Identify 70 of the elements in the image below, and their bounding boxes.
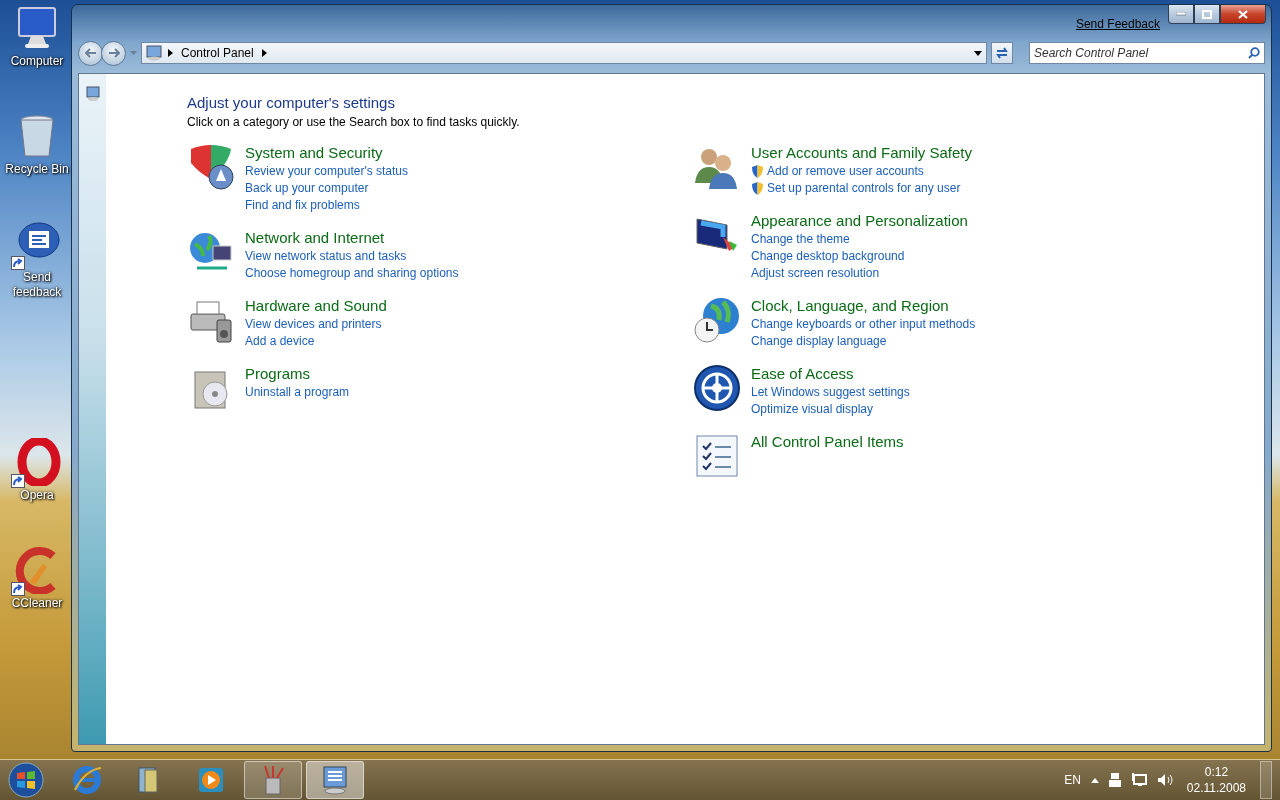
category-link[interactable]: User Accounts and Family Safety (751, 143, 972, 163)
task-link[interactable]: Change desktop background (751, 248, 905, 265)
taskbar-button[interactable] (244, 761, 302, 799)
network-tray-icon[interactable] (1108, 773, 1121, 787)
refresh-button[interactable] (991, 42, 1013, 64)
task-link[interactable]: Back up your computer (245, 180, 369, 197)
task-link[interactable]: Adjust screen resolution (751, 265, 880, 282)
breadcrumb[interactable]: Control Panel (179, 46, 256, 60)
task-link[interactable]: Review your computer's status (245, 163, 409, 180)
shortcut-arrow-icon (11, 256, 25, 270)
start-button[interactable] (6, 761, 46, 799)
minimize-icon (1176, 12, 1186, 16)
task-link[interactable]: Add a device (245, 333, 315, 350)
minimize-button[interactable] (1168, 5, 1194, 24)
breadcrumb-arrow-icon[interactable] (261, 49, 267, 57)
category-link[interactable]: Network and Internet (245, 228, 385, 248)
show-hidden-icons-icon[interactable] (1090, 777, 1099, 783)
task-link[interactable]: Add or remove user accounts (751, 163, 924, 180)
search-field[interactable]: Search Control Panel (1029, 42, 1265, 64)
desktop-shortcut[interactable]: Recycle Bin (0, 112, 74, 220)
taskbar-button[interactable] (306, 761, 364, 799)
language-indicator[interactable]: EN (1064, 773, 1081, 787)
search-icon (1248, 47, 1260, 59)
category-link[interactable]: Appearance and Personalization (751, 211, 968, 231)
category-link[interactable]: Hardware and Sound (245, 296, 387, 316)
refresh-arrows-icon (995, 47, 1009, 59)
category-link[interactable]: Programs (245, 364, 311, 384)
desktop-shortcut[interactable]: Computer (0, 4, 74, 112)
close-icon (1238, 9, 1248, 19)
instruction-text: Click on a category or use the Search box to find tasks quickly. (187, 115, 521, 129)
shield-icon (751, 164, 764, 179)
task-link[interactable]: View network status and tasks (245, 248, 407, 265)
control-panel-icon (146, 45, 162, 61)
category-link[interactable]: Clock, Language, and Region (751, 296, 949, 316)
task-link[interactable]: Change keyboards or other input methods (751, 316, 976, 333)
forward-arrow-icon (107, 48, 120, 58)
breadcrumb-arrow-icon (168, 49, 173, 57)
forward-button[interactable] (101, 40, 126, 66)
send-feedback-link[interactable]: Send Feedback (1075, 17, 1160, 31)
shortcut-arrow-icon (11, 582, 25, 596)
category-link[interactable]: Ease of Access (751, 364, 854, 384)
task-link[interactable]: Set up parental controls for any user (751, 180, 961, 197)
task-link[interactable]: Uninstall a program (245, 384, 350, 401)
task-link[interactable]: Change display language (751, 333, 887, 350)
task-link[interactable]: Change the theme (751, 231, 850, 248)
checklist-icon (693, 432, 741, 480)
task-link[interactable]: Let Windows suggest settings (751, 384, 910, 401)
shortcut-arrow-icon (11, 474, 25, 488)
back-button[interactable] (78, 40, 103, 66)
task-link[interactable]: Choose homegroup and sharing options (245, 265, 459, 282)
close-button[interactable] (1220, 5, 1266, 24)
task-link[interactable]: Find and fix problems (245, 197, 360, 214)
control-panel-icon (85, 86, 100, 102)
maximize-button[interactable] (1194, 5, 1220, 24)
shield-icon (751, 181, 764, 196)
task-link[interactable]: Optimize visual display (751, 401, 874, 418)
speaker-icon[interactable] (1156, 773, 1173, 787)
clock[interactable]: 0:12 02.11.2008 (1182, 764, 1250, 796)
monitor-tray-icon[interactable] (1130, 773, 1147, 787)
back-arrow-icon (84, 48, 97, 58)
dropdown-caret-icon[interactable] (974, 50, 982, 56)
address-bar[interactable]: Control Panel (141, 42, 987, 64)
category-link[interactable]: System and Security (245, 143, 383, 163)
globe-clock-icon (693, 296, 741, 344)
category-link[interactable]: All Control Panel Items (751, 432, 904, 452)
accessibility-icon (693, 364, 741, 412)
page-heading: Adjust your computer's settings (187, 94, 396, 111)
letter-e-icon (71, 764, 103, 796)
maximize-icon (1202, 9, 1212, 19)
task-link[interactable]: View devices and printers (245, 316, 382, 333)
